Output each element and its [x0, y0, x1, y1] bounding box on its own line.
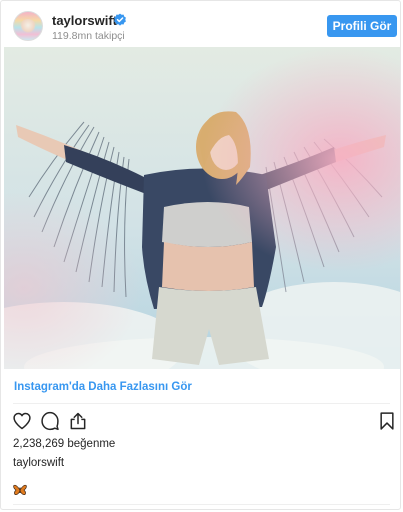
- heart-icon[interactable]: [12, 411, 32, 431]
- share-icon[interactable]: [68, 411, 88, 431]
- see-more-on-instagram-link[interactable]: Instagram'da Daha Fazlasını Gör: [14, 381, 192, 393]
- caption-username[interactable]: taylorswift: [13, 457, 64, 469]
- bookmark-icon[interactable]: [377, 411, 397, 431]
- post-photo-illustration: [4, 47, 400, 369]
- butterfly-icon: [13, 484, 27, 496]
- like-count[interactable]: 2,238,269 beğenme: [13, 438, 115, 450]
- divider: [13, 504, 390, 505]
- verified-badge-icon: [114, 13, 126, 26]
- profile-avatar[interactable]: [13, 11, 43, 41]
- post-header: taylorswift 119.8mn takipçi Profili Gör: [1, 1, 402, 47]
- follower-count: 119.8mn takipçi: [52, 30, 125, 42]
- post-image[interactable]: [4, 47, 400, 369]
- comment-icon[interactable]: [40, 411, 60, 431]
- view-profile-button[interactable]: Profili Gör: [327, 15, 397, 37]
- divider: [13, 403, 390, 404]
- username-link[interactable]: taylorswift: [52, 13, 117, 28]
- instagram-embed-card: taylorswift 119.8mn takipçi Profili Gör: [0, 0, 401, 510]
